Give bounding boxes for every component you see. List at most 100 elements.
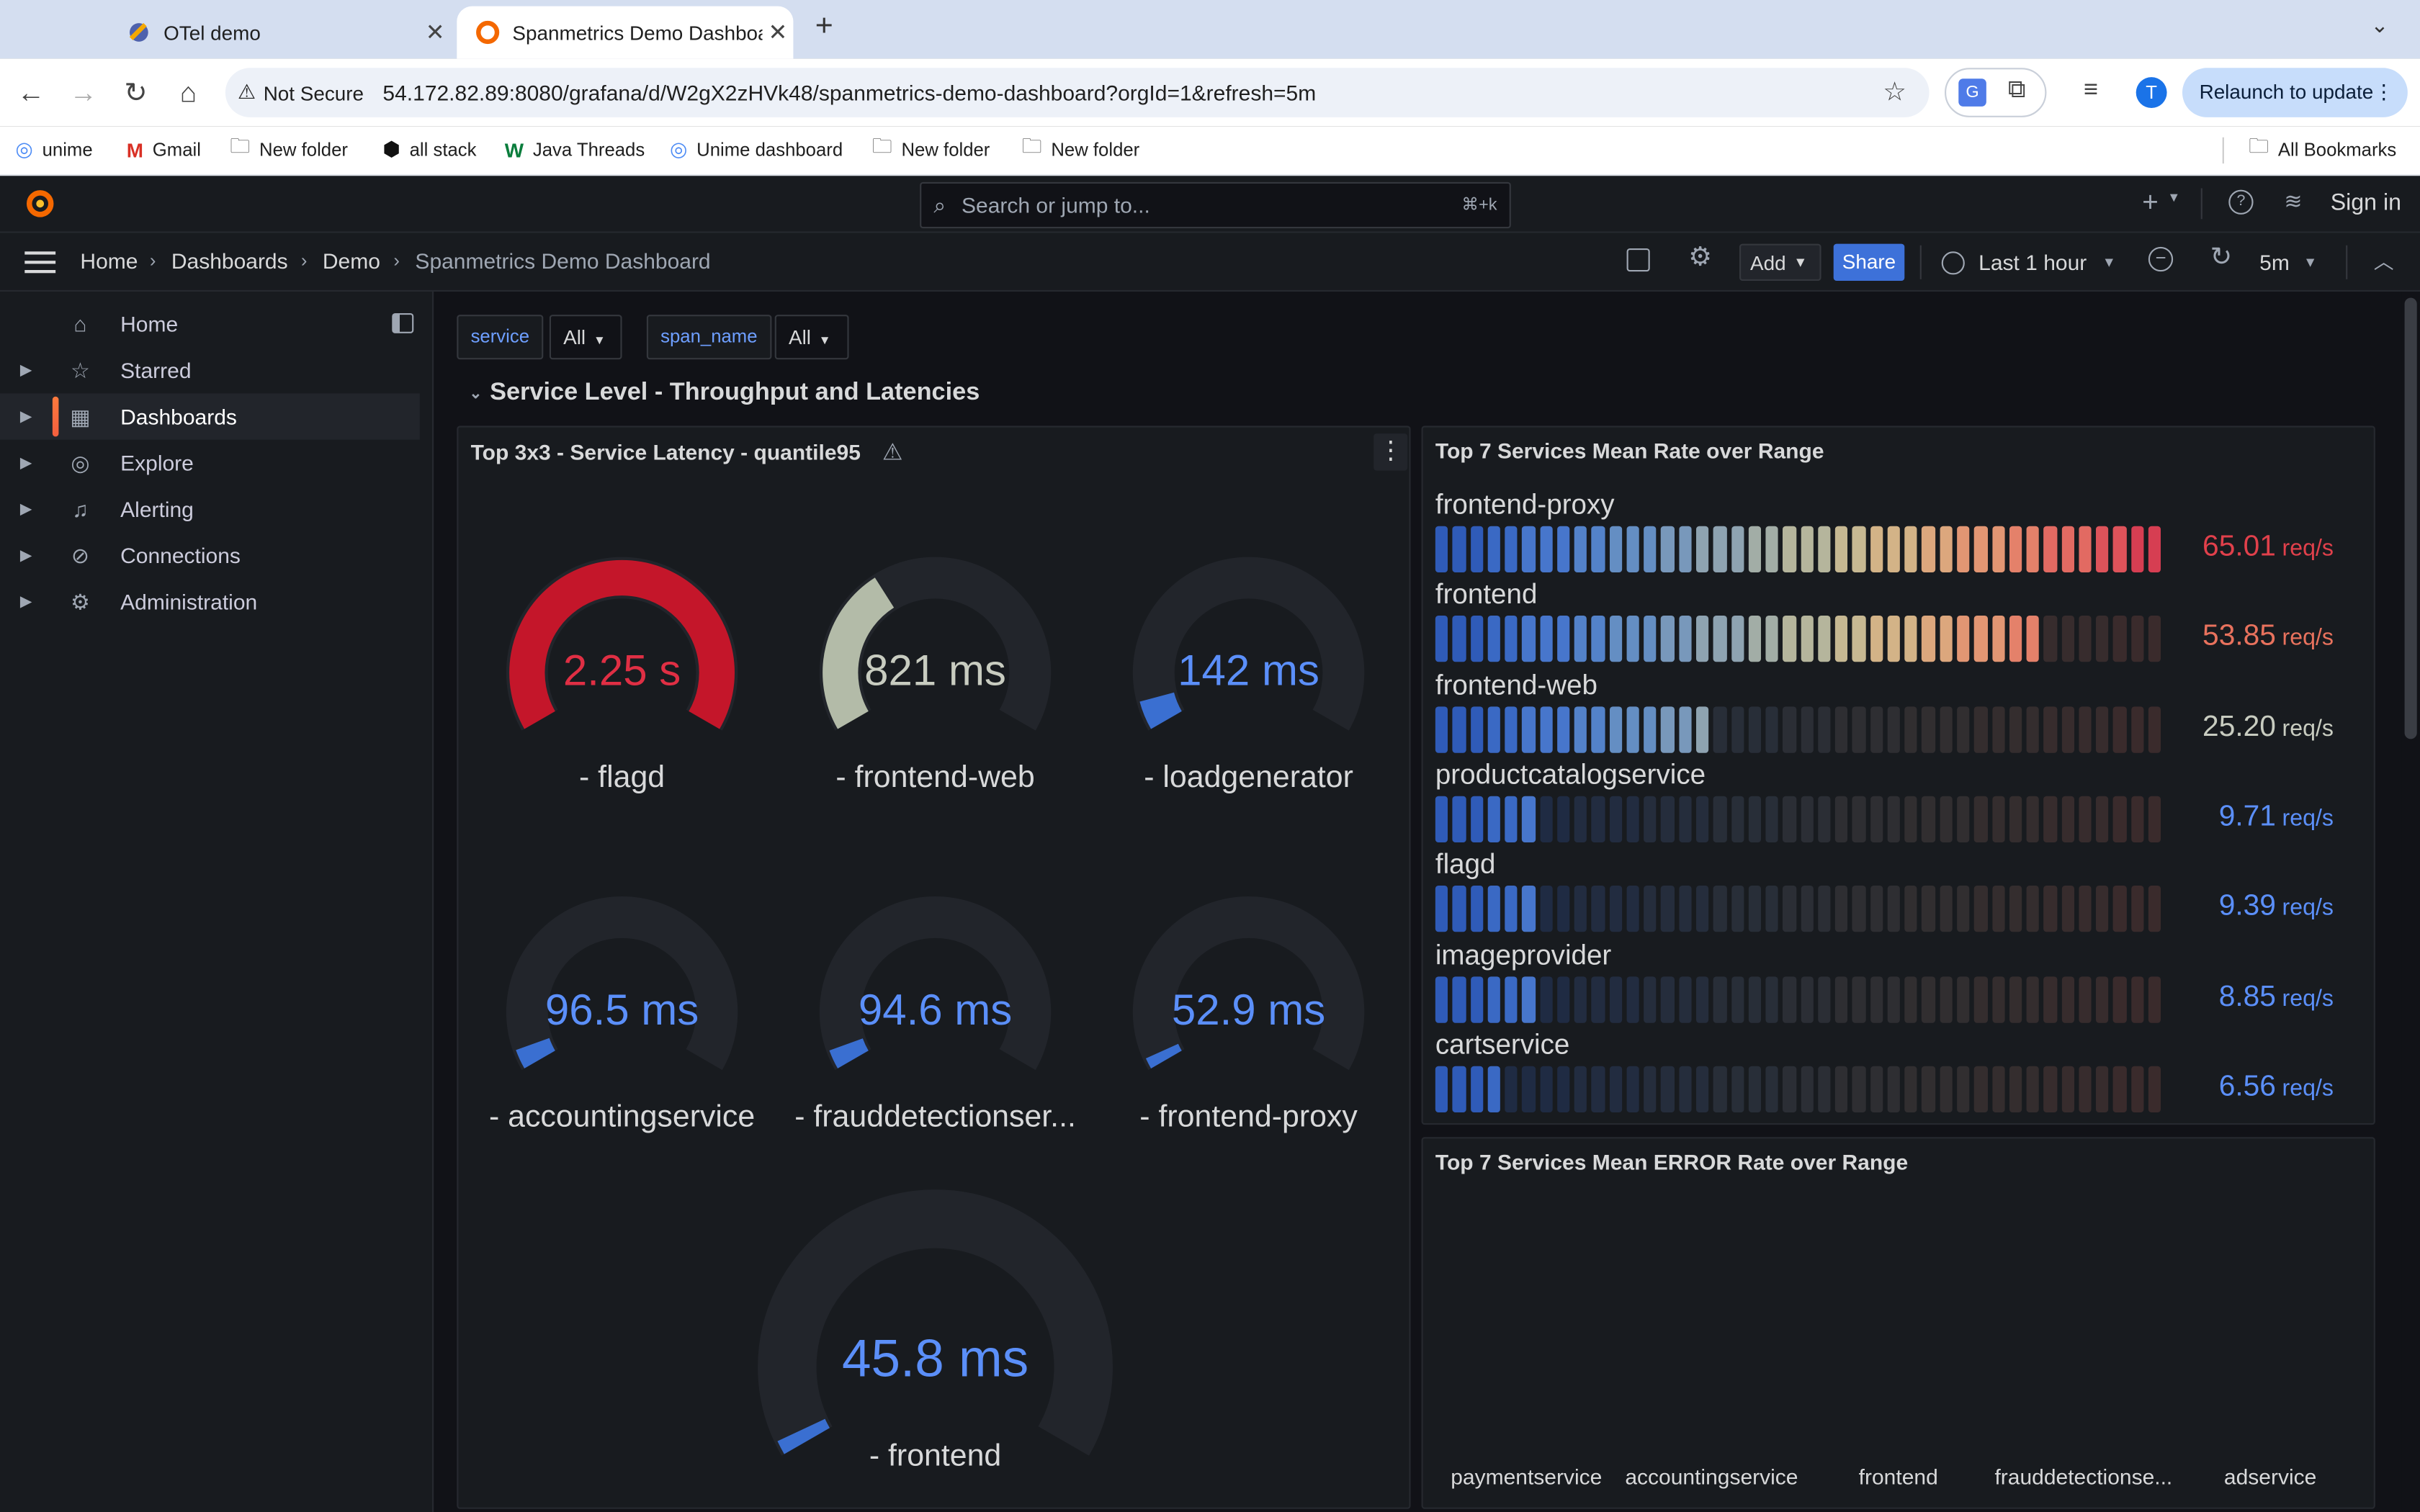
all-bookmarks[interactable]: 🗀 All Bookmarks (2249, 127, 2396, 173)
tab-search-chevron-icon[interactable]: ⌄ (2370, 12, 2388, 38)
bar-gauge-cell (1922, 796, 1935, 842)
bookmark-unime[interactable]: ◎ unime (15, 127, 92, 173)
bar-gauge-row[interactable]: frontend-web 25.20 req/s (1435, 669, 2362, 758)
bar-gauge-row[interactable]: flagd 9.39 req/s (1435, 849, 2362, 938)
new-tab-icon[interactable]: + (807, 9, 841, 45)
bar-gauge-row[interactable]: productcatalogservice 9.71 req/s (1435, 759, 2362, 848)
profile-avatar[interactable]: T (2136, 77, 2167, 108)
bar-gauge-cell (1470, 886, 1483, 932)
refresh-icon[interactable]: ↻ (2210, 242, 2233, 273)
media-controls-icon[interactable]: ≡ (2084, 77, 2098, 105)
bookmark-star-icon[interactable]: ☆ (1883, 77, 1906, 108)
close-tab-icon[interactable]: ✕ (420, 19, 451, 46)
time-range-picker[interactable]: Last 1 hour ▼ (1941, 244, 2127, 281)
error-rate-bargauge-panel[interactable]: Top 7 Services Mean ERROR Rate over Rang… (1421, 1137, 2375, 1509)
translate-extension-icon[interactable]: G (1958, 78, 1986, 107)
relaunch-to-update-button[interactable]: Relaunch to update ⋮ (2182, 68, 2408, 117)
forward-icon[interactable]: → (65, 74, 102, 111)
tab-otel-demo[interactable]: OTel demo ✕ (108, 6, 451, 59)
folder-icon: 🗀 (2249, 134, 2269, 158)
mean-rate-bargauge-panel[interactable]: Top 7 Services Mean Rate over Range fron… (1421, 426, 2375, 1125)
relaunch-label: Relaunch to update (2199, 80, 2374, 104)
expand-chevron-icon[interactable]: ▶ (20, 408, 32, 426)
share-button[interactable]: Share (1833, 243, 1905, 281)
bar-gauge-cell (1522, 796, 1536, 842)
bar-gauge-cell (1592, 706, 1605, 752)
latency-gauge-panel[interactable]: Top 3x3 - Service Latency - quantile95 ⚠… (457, 426, 1411, 1509)
bar-gauge-row[interactable]: frontend 53.85 req/s (1435, 579, 2362, 668)
variable-select-span-name[interactable]: All ▼ (774, 315, 849, 360)
bar-gauge-cell (1592, 976, 1605, 1022)
collapse-chevron-up-icon[interactable]: ︿ (2374, 246, 2394, 275)
bookmark-unime-dashboard[interactable]: ◎ Unime dashboard (670, 127, 843, 173)
bookmark-folder[interactable]: 🗀 New folder (872, 127, 990, 173)
bar-gauge-cell (1748, 616, 1762, 662)
news-feed-icon[interactable]: ≋ (2284, 188, 2302, 214)
warning-triangle-icon: ⚠ (238, 80, 256, 104)
sidebar-item-administration[interactable]: ▶ ⚙ Administration (0, 579, 420, 625)
main-scrollbar[interactable] (2404, 297, 2417, 739)
sidebar-item-dashboards[interactable]: ▶ ▦ Dashboards (0, 393, 420, 440)
breadcrumb-dashboards[interactable]: Dashboards (171, 233, 288, 290)
refresh-interval-picker[interactable]: 5m ▼ (2259, 244, 2317, 281)
bar-gauge-cell (1783, 886, 1796, 932)
zoom-out-icon[interactable]: − (2148, 246, 2174, 272)
new-plus-icon[interactable]: + (2142, 186, 2159, 219)
breadcrumb-demo[interactable]: Demo (323, 233, 380, 290)
sidebar-item-starred[interactable]: ▶ ☆ Starred (0, 347, 420, 393)
bar-gauge-cell (2113, 706, 2127, 752)
bar-gauge-row[interactable]: cartservice 6.56 req/s (1435, 1029, 2362, 1118)
expand-chevron-icon[interactable]: ▶ (20, 454, 32, 472)
variable-select-service[interactable]: All ▼ (549, 315, 622, 360)
back-icon[interactable]: ← (12, 74, 49, 111)
sidebar-item-label: Starred (120, 358, 192, 383)
bar-gauge-cell (1470, 616, 1483, 662)
home-icon[interactable]: ⌂ (170, 74, 207, 111)
bar-gauge-cell (1957, 886, 1970, 932)
bookmark-gmail[interactable]: M Gmail (127, 127, 201, 173)
security-indicator[interactable]: ⚠ Not Secure (238, 68, 364, 117)
address-bar[interactable]: ⚠ Not Secure 54.172.82.89:8080/grafana/d… (225, 68, 1930, 117)
bookmark-all-stack[interactable]: ⬢ all stack (382, 127, 476, 173)
sidebar-item-connections[interactable]: ▶ ⊘ Connections (0, 532, 420, 578)
menu-hamburger-icon[interactable] (24, 248, 56, 274)
bookmark-folder[interactable]: 🗀 New folder (230, 127, 348, 173)
save-dashboard-icon[interactable] (1626, 248, 1650, 272)
bar-gauge-cell (1957, 976, 1970, 1022)
bar-gauge-cell (1852, 1066, 1865, 1112)
rate-unit: req/s (2282, 805, 2334, 832)
expand-chevron-icon[interactable]: ▶ (20, 547, 32, 564)
help-icon[interactable]: ? (2228, 189, 2254, 215)
expand-chevron-icon[interactable]: ▶ (20, 500, 32, 518)
tab-spanmetrics-dashboard[interactable]: Spanmetrics Demo Dashboard ✕ (457, 6, 794, 59)
bookmark-java-threads[interactable]: W Java Threads (505, 127, 645, 173)
bar-gauge-cell (2148, 526, 2161, 572)
search-input[interactable]: ⌕ Search or jump to... ⌘+k (920, 181, 1511, 229)
grafana-logo-icon[interactable] (23, 186, 57, 220)
bar-gauge-cell (2043, 616, 2057, 662)
dock-sidebar-icon[interactable] (392, 313, 414, 333)
chevron-down-icon[interactable]: ▾ (2170, 190, 2178, 207)
bar-gauge-cell (1783, 706, 1796, 752)
expand-chevron-icon[interactable]: ▶ (20, 593, 32, 611)
extensions-group: G ⧉ (1945, 68, 2047, 117)
bar-gauge-cell (1574, 616, 1587, 662)
bar-gauge-cell (1800, 616, 1814, 662)
close-tab-icon[interactable]: ✕ (763, 19, 794, 46)
url-text[interactable]: 54.172.82.89:8080/grafana/d/W2gX2zHVk48/… (382, 68, 1316, 117)
sidebar-item-explore[interactable]: ▶ ◎ Explore (0, 440, 420, 486)
sidebar-item-home[interactable]: ⌂ Home (0, 301, 420, 347)
row-header[interactable]: ⌄ Service Level - Throughput and Latenci… (469, 377, 980, 410)
sign-in-link[interactable]: Sign in (2331, 190, 2401, 216)
bar-gauge-row[interactable]: frontend-proxy 65.01 req/s (1435, 489, 2362, 578)
breadcrumb-home[interactable]: Home (80, 233, 138, 290)
bookmark-folder[interactable]: 🗀 New folder (1022, 127, 1140, 173)
settings-gear-icon[interactable]: ⚙ (1688, 242, 1712, 273)
add-button[interactable]: Add ▼ (1739, 243, 1821, 281)
expand-chevron-icon[interactable]: ▶ (20, 361, 32, 379)
extensions-puzzle-icon[interactable]: ⧉ (2008, 77, 2026, 105)
chevron-down-icon: ▼ (2303, 254, 2318, 270)
reload-icon[interactable]: ↻ (117, 74, 154, 111)
bar-gauge-row[interactable]: imageprovider 8.85 req/s (1435, 939, 2362, 1028)
sidebar-item-alerting[interactable]: ▶ ♫ Alerting (0, 486, 420, 532)
